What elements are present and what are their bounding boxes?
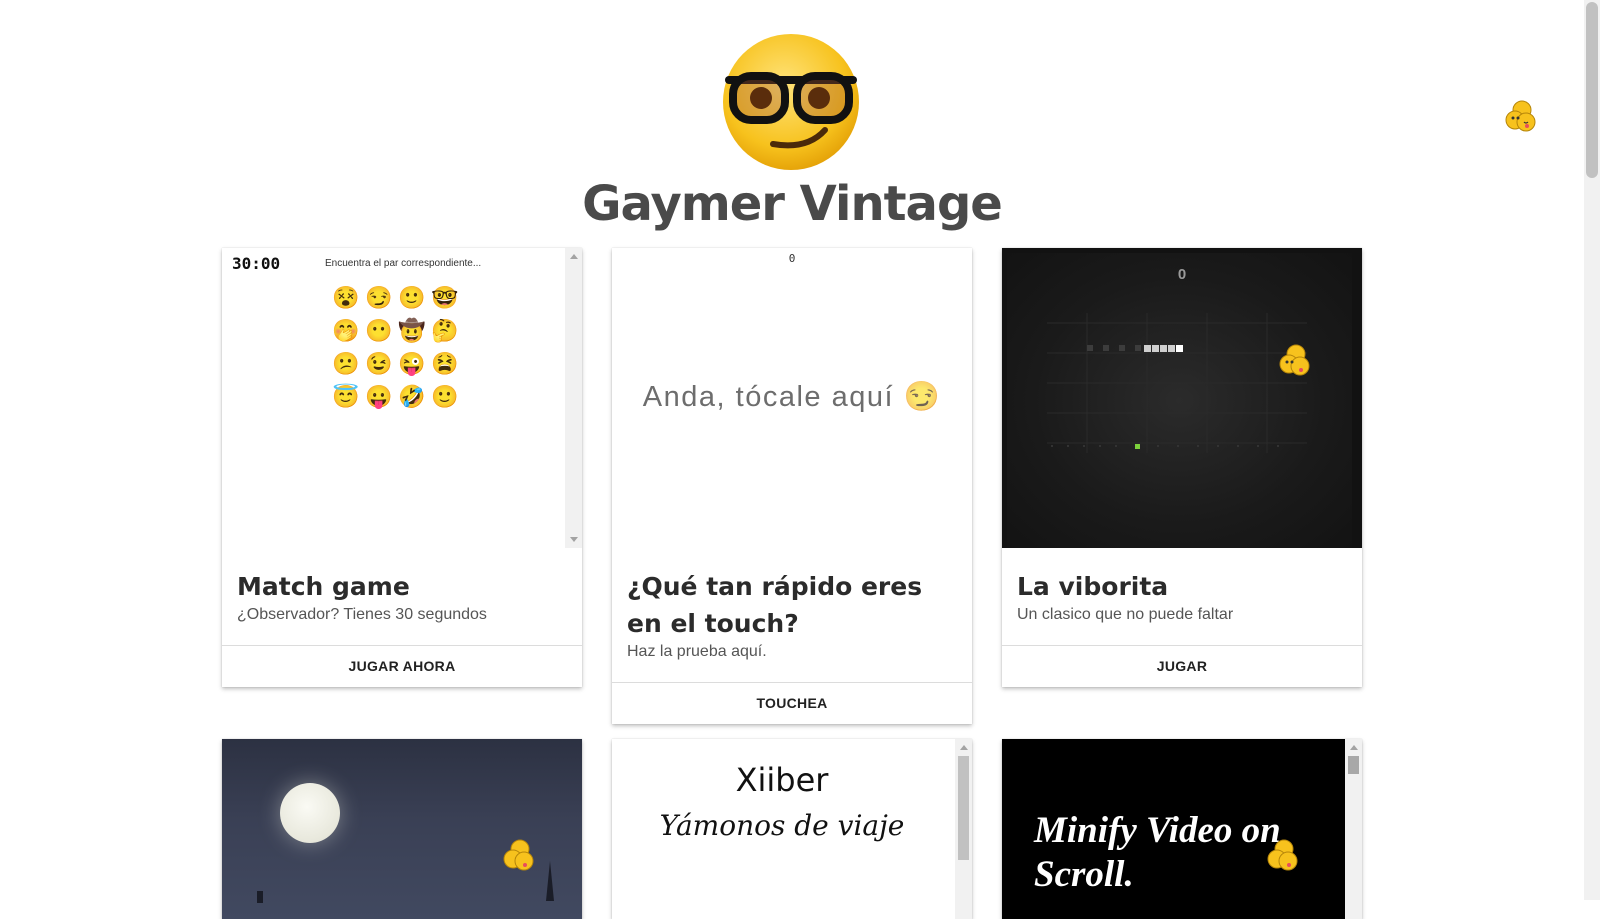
minify-heading: Minify Video on Scroll. <box>1034 809 1281 897</box>
emoji-card[interactable]: 😕 <box>332 350 360 378</box>
scroll-thumb[interactable] <box>1348 756 1359 774</box>
card-night-scene <box>222 739 582 919</box>
emoji-card[interactable]: 🙂 <box>431 383 459 411</box>
card-match-game: 30:00 Encuentra el par correspondiente..… <box>222 248 582 687</box>
scroll-up-arrow-icon[interactable] <box>960 745 968 750</box>
minify-scrollbar[interactable] <box>1345 739 1362 919</box>
card-description: Haz la prueba aquí. <box>627 643 767 660</box>
touch-prompt[interactable]: Anda, tócale aquí 😏 <box>612 380 972 414</box>
snake-food <box>1135 444 1140 449</box>
card-title: Match game <box>237 572 410 601</box>
emoji-card[interactable]: 😛 <box>365 383 393 411</box>
card-minify-video: Minify Video on Scroll. <box>1002 739 1362 919</box>
scroll-up-arrow-icon[interactable] <box>1350 745 1358 750</box>
emoji-card[interactable]: 🙂 <box>398 284 426 312</box>
emoji-card[interactable]: 😇 <box>332 383 360 411</box>
scroll-down-arrow-icon[interactable] <box>570 537 578 542</box>
page-scrollbar[interactable] <box>1584 0 1600 900</box>
nerd-face-logo-icon <box>723 34 859 170</box>
smirk-emoji-icon: 😏 <box>903 381 942 413</box>
card-description: Un clasico que no puede faltar <box>1017 606 1234 623</box>
snake-board <box>1007 253 1352 548</box>
flirty-emoji-icon <box>503 839 534 871</box>
emoji-card[interactable]: 😜 <box>398 350 426 378</box>
minify-preview[interactable]: Minify Video on Scroll. <box>1002 739 1362 919</box>
card-snake: 0 La viborita Un clasico que no puede fa… <box>1002 248 1362 687</box>
card-touch-speed: 0 Anda, tócale aquí 😏 ¿Qué tan rápido er… <box>612 248 972 724</box>
night-silhouette <box>257 861 554 903</box>
flirty-emoji-icon <box>1505 100 1536 132</box>
emoji-card[interactable]: 😶 <box>365 317 393 345</box>
page-scrollbar-thumb[interactable] <box>1586 2 1598 178</box>
match-game-timer: 30:00 <box>232 254 281 273</box>
touchea-button[interactable]: TOUCHEA <box>612 682 972 724</box>
touch-prompt-text: Anda, tócale aquí <box>642 381 895 413</box>
minify-line2: Scroll. <box>1034 854 1134 895</box>
play-button[interactable]: JUGAR <box>1002 645 1362 687</box>
emoji-card[interactable]: 🤔 <box>431 317 459 345</box>
emoji-card[interactable]: 😉 <box>365 350 393 378</box>
match-game-grid: 😵 😏 🙂 🤓 🤭 😶 🤠 🤔 😕 😉 😜 😫 😇 😛 🤣 🙂 <box>332 284 459 411</box>
night-scene-preview[interactable] <box>222 739 582 919</box>
emoji-card[interactable]: 🤣 <box>398 383 426 411</box>
touch-score: 0 <box>788 252 796 265</box>
xiiber-tagline: Yámonos de viaje <box>659 809 905 842</box>
scroll-thumb[interactable] <box>958 756 969 860</box>
flirty-emoji-icon <box>1267 839 1298 871</box>
card-xiiber: Xiiber Yámonos de viaje <box>612 739 972 919</box>
scroll-up-arrow-icon[interactable] <box>570 254 578 259</box>
xiiber-brand: Xiiber <box>735 761 829 799</box>
card-title: La viborita <box>1017 572 1169 601</box>
emoji-card[interactable]: 🤠 <box>398 317 426 345</box>
emoji-card[interactable]: 🤭 <box>332 317 360 345</box>
card-title: ¿Qué tan rápido eres en el touch? <box>627 572 923 638</box>
flirty-emoji-icon <box>1279 344 1310 376</box>
card-description: ¿Observador? Tienes 30 segundos <box>237 606 487 623</box>
emoji-card[interactable]: 😏 <box>365 284 393 312</box>
snake-score: 0 <box>1177 266 1187 283</box>
xiiber-preview[interactable]: Xiiber Yámonos de viaje <box>612 739 972 919</box>
emoji-card[interactable]: 🤓 <box>431 284 459 312</box>
emoji-card[interactable]: 😫 <box>431 350 459 378</box>
xiiber-scrollbar[interactable] <box>955 739 972 919</box>
emoji-card[interactable]: 😵 <box>332 284 360 312</box>
play-now-button[interactable]: JUGAR AHORA <box>222 645 582 687</box>
match-game-scrollbar[interactable] <box>565 248 582 548</box>
site-title: Gaymer Vintage <box>582 176 1003 232</box>
touch-preview[interactable]: 0 Anda, tócale aquí 😏 <box>612 248 972 548</box>
match-game-hint: Encuentra el par correspondiente... <box>325 258 482 269</box>
snake-preview[interactable]: 0 <box>1002 248 1362 548</box>
match-game-preview[interactable]: 30:00 Encuentra el par correspondiente..… <box>222 248 582 548</box>
minify-line1: Minify Video on <box>1034 810 1281 851</box>
snake-grid <box>1047 313 1307 453</box>
